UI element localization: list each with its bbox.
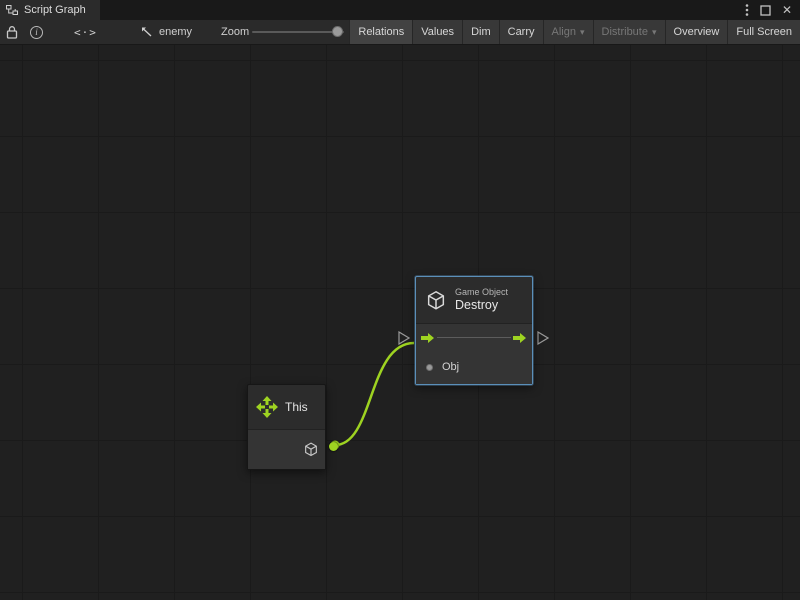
destroy-node-titles: Game Object Destroy — [455, 287, 508, 314]
graph-pointer-icon — [140, 26, 153, 38]
zoom-label: Zoom — [221, 20, 249, 44]
move-cross-icon — [256, 396, 278, 418]
close-icon[interactable]: ✕ — [782, 0, 792, 20]
window-title: Script Graph — [24, 4, 86, 16]
flow-output-arrow-icon[interactable] — [513, 332, 527, 344]
info-icon[interactable] — [30, 20, 43, 44]
info-badge — [30, 26, 43, 39]
distribute-button[interactable]: Distribute ▾ — [593, 20, 665, 44]
zoom-slider-knob[interactable] — [332, 26, 343, 37]
obj-input-label: Obj — [442, 361, 459, 373]
carry-label: Carry — [508, 26, 535, 38]
relations-label: Relations — [358, 26, 404, 38]
connection-wire[interactable] — [335, 343, 414, 445]
script-graph-window: Script Graph ✕ enemy — [0, 0, 800, 600]
values-button[interactable]: Values — [412, 20, 462, 44]
obj-input-port[interactable] — [426, 364, 433, 371]
dim-label: Dim — [471, 26, 491, 38]
graph-breadcrumb[interactable]: enemy — [140, 20, 192, 44]
tab-script-graph[interactable]: Script Graph — [0, 0, 100, 20]
obj-input-row: Obj — [416, 352, 532, 382]
destroy-node-title: Destroy — [455, 298, 508, 314]
graph-name: enemy — [159, 26, 192, 38]
graph-canvas[interactable]: This — [0, 45, 800, 600]
fullscreen-button[interactable]: Full Screen — [727, 20, 800, 44]
wire-layer — [0, 45, 800, 600]
destroy-node[interactable]: Game Object Destroy Obj — [415, 276, 533, 385]
maximize-icon[interactable] — [760, 5, 771, 16]
flow-separator-line — [437, 337, 511, 338]
control-output-port-icon[interactable] — [537, 331, 549, 345]
destroy-node-body: Obj — [416, 323, 532, 384]
overview-button[interactable]: Overview — [665, 20, 728, 44]
this-node-ports — [248, 429, 325, 469]
zoom-slider[interactable] — [252, 20, 344, 44]
distribute-label: Distribute — [602, 26, 648, 38]
destroy-node-header: Game Object Destroy — [416, 277, 532, 323]
destroy-node-category: Game Object — [455, 287, 508, 298]
toolbar: enemy Zoom 1x Relations Values Dim Carry… — [0, 20, 800, 45]
this-node[interactable]: This — [247, 384, 326, 470]
dropdown-caret-icon: ▾ — [652, 27, 657, 38]
relations-button[interactable]: Relations — [349, 20, 412, 44]
dropdown-caret-icon: ▾ — [580, 27, 585, 38]
window-controls: ✕ — [745, 0, 800, 20]
this-node-header: This — [248, 385, 325, 429]
flow-input-arrow-icon[interactable] — [421, 332, 435, 344]
this-output-port[interactable] — [329, 442, 338, 451]
dim-button[interactable]: Dim — [462, 20, 499, 44]
titlebar: Script Graph ✕ — [0, 0, 800, 20]
code-icon[interactable] — [74, 20, 97, 44]
zoom-slider-track[interactable] — [252, 31, 344, 33]
align-label: Align — [552, 26, 576, 38]
align-button[interactable]: Align ▾ — [543, 20, 593, 44]
flow-row — [416, 324, 532, 352]
cube-icon — [425, 289, 447, 312]
control-input-port-icon[interactable] — [398, 331, 410, 345]
this-node-title: This — [285, 400, 308, 414]
toolbar-buttons: Relations Values Dim Carry Align ▾ Distri… — [349, 20, 800, 44]
carry-button[interactable]: Carry — [499, 20, 543, 44]
script-graph-icon — [6, 4, 18, 16]
lock-icon[interactable] — [6, 20, 18, 44]
values-label: Values — [421, 26, 454, 38]
kebab-menu-icon[interactable] — [745, 3, 749, 17]
cube-icon — [303, 441, 319, 458]
overview-label: Overview — [674, 26, 720, 38]
fullscreen-label: Full Screen — [736, 26, 792, 38]
